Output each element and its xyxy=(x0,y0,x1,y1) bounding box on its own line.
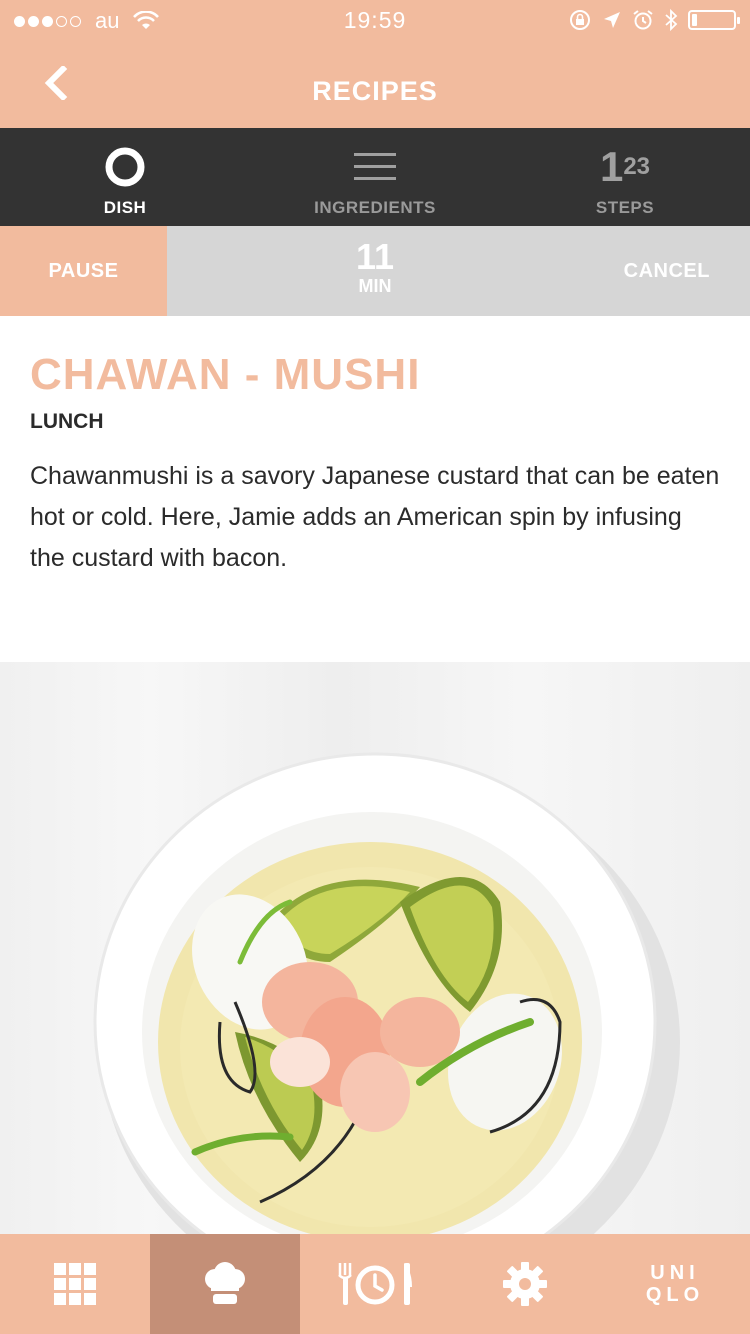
uniqlo-logo-line2: QLO xyxy=(645,1284,705,1306)
rotation-lock-icon xyxy=(570,10,590,30)
ring-icon xyxy=(105,147,145,187)
page-title: RECIPES xyxy=(312,76,438,106)
tab-dish[interactable]: DISH xyxy=(0,128,250,226)
chef-hat-icon xyxy=(205,1262,245,1304)
uniqlo-logo-line1: UNI xyxy=(650,1262,700,1284)
battery-icon xyxy=(688,10,740,30)
fork-clock-knife-icon xyxy=(338,1263,412,1305)
list-icon xyxy=(354,153,396,180)
gear-icon xyxy=(503,1262,547,1306)
tab-steps[interactable]: 1 23 STEPS xyxy=(500,128,750,226)
nav-uniqlo[interactable]: UNI QLO xyxy=(600,1234,750,1334)
bluetooth-icon xyxy=(665,8,678,32)
recipe-content: CHAWAN - MUSHI LUNCH Chawanmushi is a sa… xyxy=(0,316,750,662)
nav-meal-timer[interactable] xyxy=(300,1234,450,1334)
bottom-nav: UNI QLO xyxy=(0,1234,750,1334)
alarm-icon xyxy=(633,10,653,30)
grid-icon xyxy=(54,1263,96,1305)
steps-icon-big: 1 xyxy=(599,143,624,190)
dish-title: CHAWAN - MUSHI xyxy=(30,350,421,399)
nav-grid[interactable] xyxy=(0,1234,150,1334)
status-bar: au 19:59 xyxy=(0,0,750,40)
dish-description: Chawanmushi is a savory Japanese custard… xyxy=(30,462,720,572)
dish-category: LUNCH xyxy=(30,410,104,433)
dish-photo-illustration xyxy=(93,752,680,1234)
tab-steps-label: STEPS xyxy=(595,198,655,217)
dish-photo xyxy=(0,662,750,1234)
cancel-button[interactable]: CANCEL xyxy=(624,226,710,316)
steps-icon-small: 23 xyxy=(623,153,651,180)
nav-settings[interactable] xyxy=(450,1234,600,1334)
steps-123-icon: 1 23 xyxy=(600,146,650,188)
tab-ingredients[interactable]: INGREDIENTS xyxy=(250,128,500,226)
status-right xyxy=(568,8,740,32)
uniqlo-logo-icon: UNI QLO xyxy=(646,1262,704,1306)
timer-row: PAUSE 11 MIN CANCEL xyxy=(0,226,750,316)
battery-level xyxy=(692,14,697,26)
location-arrow-icon xyxy=(604,12,620,28)
recipe-tabbar: DISH INGREDIENTS 1 23 STEPS xyxy=(0,128,750,226)
app-header: RECIPES xyxy=(0,40,750,128)
nav-recipes[interactable] xyxy=(150,1234,300,1334)
tab-ingredients-label: INGREDIENTS xyxy=(314,198,436,217)
tab-dish-label: DISH xyxy=(103,198,147,217)
